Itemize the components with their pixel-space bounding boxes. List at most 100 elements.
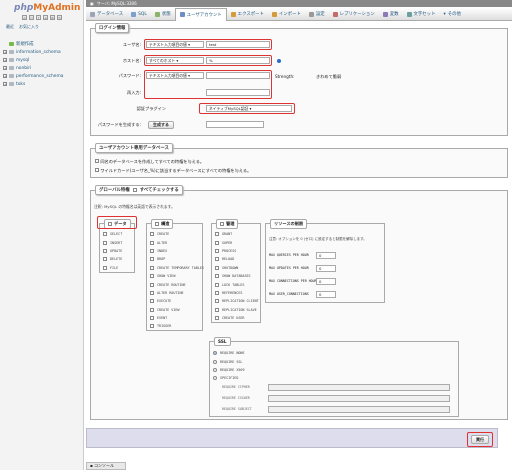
generate-password-button[interactable]: 生成する	[148, 121, 174, 129]
privilege-item[interactable]: SHOW DATABASES	[215, 272, 259, 280]
privilege-item[interactable]: EXECUTE	[150, 297, 204, 305]
resource-limit-input[interactable]: 0	[316, 252, 336, 259]
privilege-checkbox[interactable]	[150, 257, 154, 262]
console-bar[interactable]: ▪ コンソール	[86, 462, 126, 470]
privilege-checkbox[interactable]	[103, 240, 107, 245]
privilege-checkbox[interactable]	[215, 240, 219, 245]
privilege-item[interactable]: SELECT	[103, 230, 122, 238]
tab-more[interactable]: ▾ その他	[439, 8, 464, 21]
help-icon[interactable]: ?	[36, 15, 41, 20]
privilege-checkbox[interactable]	[215, 257, 219, 262]
privilege-checkbox[interactable]	[215, 248, 219, 253]
expand-icon[interactable]: +	[3, 58, 7, 62]
check-all-checkbox[interactable]	[132, 188, 137, 192]
tab-databases[interactable]: データベース	[86, 8, 127, 21]
privilege-item[interactable]: PROCESS	[215, 247, 259, 255]
privilege-item[interactable]: DELETE	[103, 255, 122, 263]
privilege-checkbox[interactable]	[215, 299, 219, 304]
server-label[interactable]: サーバ: MySQL:3306	[97, 1, 137, 7]
recent-tab[interactable]: 最近	[6, 24, 14, 30]
privilege-checkbox[interactable]	[215, 290, 219, 295]
privilege-checkbox[interactable]	[150, 282, 154, 287]
tab-user-accounts[interactable]: ユーザアカウント	[174, 7, 227, 21]
privilege-checkbox[interactable]	[150, 232, 154, 237]
ssl-field-input[interactable]	[268, 406, 450, 413]
privilege-checkbox[interactable]	[150, 265, 154, 270]
tab-export[interactable]: エクスポート	[227, 8, 268, 21]
privilege-checkbox[interactable]	[103, 257, 107, 262]
ssl-option[interactable]: SPECIFIED	[213, 374, 245, 382]
docs-icon[interactable]: ≡	[43, 15, 48, 20]
ssl-field-input[interactable]	[268, 384, 450, 391]
db-item[interactable]: + nonbiri	[3, 64, 63, 72]
resource-limit-input[interactable]: 0	[316, 291, 336, 298]
privilege-item[interactable]: GRANT	[215, 230, 259, 238]
privilege-checkbox[interactable]	[103, 232, 107, 237]
tab-settings[interactable]: 設定	[305, 8, 329, 21]
privilege-item[interactable]: ALTER ROUTINE	[150, 289, 204, 297]
ssl-option[interactable]: REQUIRE X509	[213, 366, 245, 374]
phpmyadmin-logo[interactable]: phpMyAdmin	[14, 3, 80, 13]
privilege-item[interactable]: LOCK TABLES	[215, 280, 259, 288]
favorites-tab[interactable]: お気に入り	[19, 24, 39, 30]
privilege-item[interactable]: CREATE ROUTINE	[150, 280, 204, 288]
privilege-item[interactable]: REPLICATION CLIENT	[215, 297, 259, 305]
privilege-checkbox[interactable]	[150, 240, 154, 245]
privilege-item[interactable]: INSERT	[103, 238, 122, 246]
ssl-field-input[interactable]	[268, 395, 450, 402]
privilege-item[interactable]: EVENT	[150, 314, 204, 322]
privilege-item[interactable]: CREATE	[150, 230, 204, 238]
privilege-checkbox[interactable]	[150, 324, 154, 329]
check-all-label[interactable]: すべてチェックする	[140, 187, 179, 193]
privilege-checkbox[interactable]	[150, 248, 154, 253]
privilege-item[interactable]: CREATE VIEW	[150, 306, 204, 314]
resource-limit-input[interactable]: 0	[316, 278, 336, 285]
privilege-item[interactable]: ALTER	[150, 238, 204, 246]
settings-icon[interactable]: ⚙	[50, 15, 55, 20]
expand-icon[interactable]: +	[3, 74, 7, 78]
ssl-radio[interactable]	[213, 351, 217, 356]
ssl-radio[interactable]	[213, 367, 217, 372]
privilege-item[interactable]: SUPER	[215, 238, 259, 246]
tab-sql[interactable]: SQL	[127, 8, 151, 21]
privilege-item[interactable]: SHOW VIEW	[150, 272, 204, 280]
privilege-checkbox[interactable]	[103, 248, 107, 253]
privilege-item[interactable]: REPLICATION SLAVE	[215, 306, 259, 314]
db-item[interactable]: + mysql	[3, 56, 63, 64]
logout-icon[interactable]: ⎋	[29, 15, 34, 20]
privilege-checkbox[interactable]	[150, 299, 154, 304]
ssl-radio[interactable]	[213, 359, 217, 364]
expand-icon[interactable]: +	[3, 66, 7, 70]
privilege-checkbox[interactable]	[103, 265, 107, 270]
wildcard-checkbox[interactable]	[95, 168, 99, 172]
privilege-item[interactable]: FILE	[103, 264, 122, 272]
db-item[interactable]: + information_schema	[3, 48, 63, 56]
privilege-checkbox[interactable]	[215, 274, 219, 279]
tab-status[interactable]: 状態	[151, 8, 175, 21]
home-icon[interactable]: ⌂	[22, 15, 27, 20]
privilege-checkbox[interactable]	[150, 274, 154, 279]
privilege-item[interactable]: UPDATE	[103, 247, 122, 255]
expand-icon[interactable]: +	[3, 82, 7, 86]
privilege-checkbox[interactable]	[215, 307, 219, 312]
privilege-item[interactable]: SHUTDOWN	[215, 264, 259, 272]
privilege-item[interactable]: RELOAD	[215, 255, 259, 263]
privilege-checkbox[interactable]	[150, 290, 154, 295]
db-item[interactable]: + toks	[3, 80, 63, 88]
privilege-item[interactable]: CREATE USER	[215, 314, 259, 322]
privilege-item[interactable]: REFERENCES	[215, 289, 259, 297]
privilege-item[interactable]: DROP	[150, 255, 204, 263]
help-icon[interactable]	[277, 59, 281, 63]
tab-import[interactable]: インポート	[268, 8, 305, 21]
structure-check-all-checkbox[interactable]	[155, 222, 159, 226]
new-database-item[interactable]: 新規作成	[3, 40, 63, 48]
expand-icon[interactable]: +	[3, 50, 7, 54]
privilege-checkbox[interactable]	[215, 265, 219, 270]
tab-charsets[interactable]: 文字セット	[403, 8, 440, 21]
privilege-checkbox[interactable]	[215, 316, 219, 321]
resource-limit-input[interactable]: 0	[316, 265, 336, 272]
ssl-option[interactable]: REQUIRE NONE	[213, 349, 245, 357]
create-same-name-db-option[interactable]: 同名のデータベースを作成してすべての特権を与える。	[95, 159, 204, 165]
tab-variables[interactable]: 変数	[379, 8, 403, 21]
privilege-checkbox[interactable]	[215, 232, 219, 237]
